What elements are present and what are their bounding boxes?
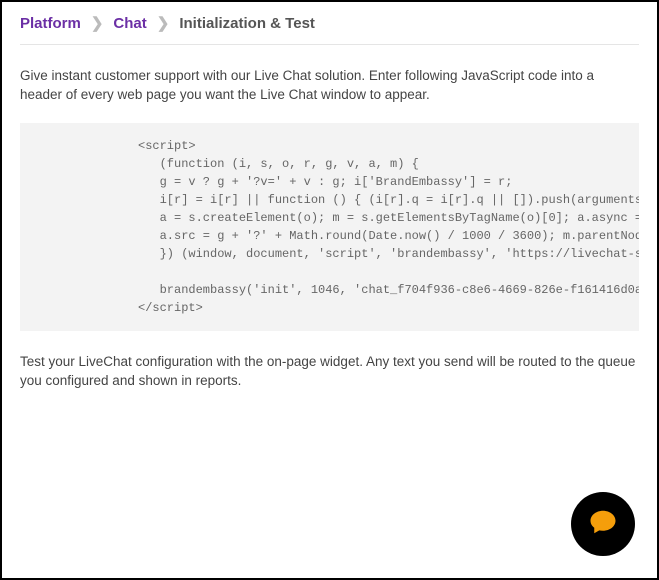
breadcrumb: Platform ❯ Chat ❯ Initialization & Test [20,14,639,45]
outro-text: Test your LiveChat configuration with th… [20,353,639,391]
chevron-right-icon: ❯ [157,14,170,32]
code-snippet: <script> (function (i, s, o, r, g, v, a,… [20,123,639,331]
intro-text: Give instant customer support with our L… [20,67,639,105]
chat-widget-button[interactable] [571,492,635,556]
chevron-right-icon: ❯ [91,14,104,32]
chat-bubble-icon [588,507,618,542]
breadcrumb-link-platform[interactable]: Platform [20,15,81,32]
breadcrumb-link-chat[interactable]: Chat [113,15,146,32]
breadcrumb-current: Initialization & Test [179,15,315,32]
